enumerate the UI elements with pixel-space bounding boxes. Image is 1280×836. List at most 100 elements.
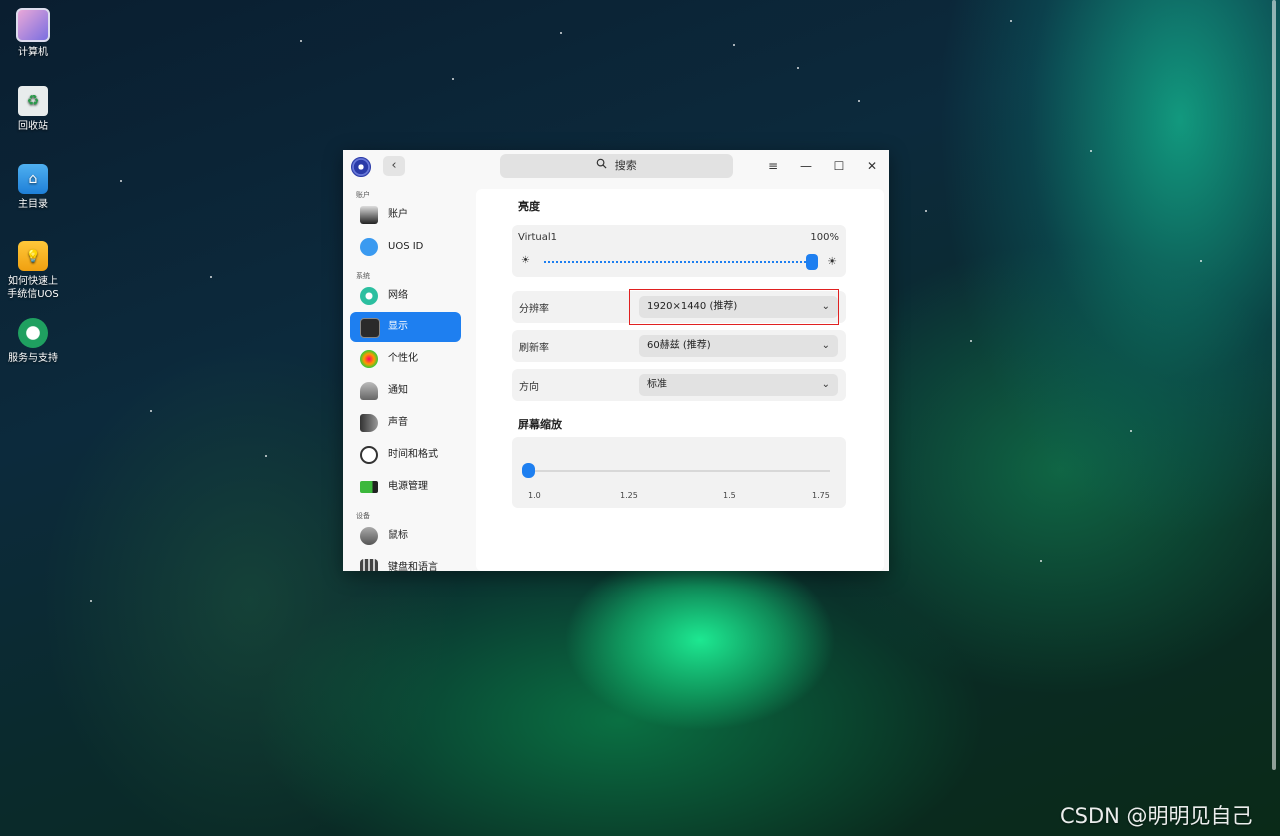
- desktop-icon-label: 服务与支持: [8, 353, 58, 364]
- resolution-label: 分辨率: [519, 304, 549, 315]
- scale-slider-handle[interactable]: [522, 463, 535, 478]
- desktop-icon-label: 手统信UOS: [7, 289, 59, 300]
- sidebar-item-personalization[interactable]: 个性化: [350, 344, 461, 374]
- sidebar-item-label: 账户: [388, 209, 408, 220]
- monitor-name: Virtual1: [518, 232, 558, 243]
- home-folder-icon: ⌂: [18, 164, 48, 194]
- network-icon: [360, 287, 378, 305]
- mouse-icon: [360, 527, 378, 545]
- control-center-logo-icon: [351, 157, 371, 177]
- desktop-icon-uos-guide[interactable]: 💡 如何快速上 手统信UOS: [4, 241, 62, 301]
- menu-button[interactable]: ≡: [764, 157, 782, 175]
- desktop-icon-computer[interactable]: 计算机: [4, 8, 62, 59]
- sidebar-item-label: UOS ID: [388, 241, 424, 252]
- battery-icon: [360, 481, 378, 493]
- orientation-select[interactable]: 标准 ⌄: [639, 374, 838, 396]
- minimize-button[interactable]: —: [797, 157, 815, 175]
- refresh-select[interactable]: 60赫兹 (推荐) ⌄: [639, 335, 838, 357]
- computer-icon: [16, 8, 50, 42]
- brightness-low-icon: ☀: [521, 255, 530, 266]
- brightness-percent: 100%: [810, 232, 839, 243]
- brightness-high-icon: ☀: [827, 255, 837, 268]
- trash-icon: ♻: [18, 86, 48, 116]
- scale-panel: 1.0 1.25 1.5 1.75: [512, 437, 846, 508]
- chevron-down-icon: ⌄: [821, 340, 830, 351]
- sidebar: 账户 账户 UOS ID 系统 网络 显示 个性化 通知 声音 时间和格式 电源…: [343, 184, 469, 571]
- scale-slider-track[interactable]: [528, 470, 830, 472]
- account-icon: [360, 206, 378, 224]
- support-icon: [18, 318, 48, 348]
- close-button[interactable]: ✕: [863, 157, 881, 175]
- brightness-panel: Virtual1 100% ☀ ☀: [512, 225, 846, 277]
- titlebar: ‹ 搜索 ≡ — ☐ ✕: [343, 150, 889, 184]
- sidebar-item-label: 时间和格式: [388, 449, 438, 460]
- star: [925, 210, 927, 212]
- search-placeholder: 搜索: [614, 159, 637, 172]
- brightness-title: 亮度: [518, 200, 540, 213]
- scale-tick-label: 1.0: [528, 491, 541, 500]
- scale-tick-label: 1.75: [812, 491, 830, 500]
- refresh-value: 60赫兹 (推荐): [647, 340, 711, 351]
- sidebar-item-uos-id[interactable]: UOS ID: [350, 232, 461, 262]
- star: [150, 410, 152, 412]
- control-center-window: ‹ 搜索 ≡ — ☐ ✕ 账户 账户 UOS ID 系统 网络 显示 个性化 通…: [343, 150, 889, 571]
- uos-guide-icon: 💡: [18, 241, 48, 271]
- sidebar-item-display[interactable]: 显示: [350, 312, 461, 342]
- desktop-scrollbar: [1272, 0, 1276, 770]
- sidebar-item-notification[interactable]: 通知: [350, 376, 461, 406]
- cloud-icon: [360, 238, 378, 256]
- desktop-icon-home[interactable]: ⌂ 主目录: [4, 164, 62, 211]
- star: [733, 44, 735, 46]
- star: [120, 180, 122, 182]
- desktop-icon-support[interactable]: 服务与支持: [4, 318, 62, 365]
- sidebar-item-power[interactable]: 电源管理: [350, 472, 461, 502]
- personalization-icon: [360, 350, 378, 368]
- sidebar-item-keyboard[interactable]: 键盘和语言: [350, 553, 461, 571]
- sidebar-item-sound[interactable]: 声音: [350, 408, 461, 438]
- display-icon: [360, 318, 380, 338]
- scale-tick-label: 1.25: [620, 491, 638, 500]
- star: [265, 455, 267, 457]
- back-button[interactable]: ‹: [383, 156, 405, 176]
- desktop-icon-label: 主目录: [18, 199, 48, 210]
- desktop-icon-label: 回收站: [18, 121, 48, 132]
- star: [1130, 430, 1132, 432]
- star: [1040, 560, 1042, 562]
- sidebar-item-label: 声音: [388, 417, 408, 428]
- bell-icon: [360, 382, 378, 400]
- clock-icon: [360, 446, 378, 464]
- scale-tick-label: 1.5: [723, 491, 736, 500]
- sidebar-item-account[interactable]: 账户: [350, 200, 461, 230]
- star: [858, 100, 860, 102]
- desktop-icon-trash[interactable]: ♻ 回收站: [4, 86, 62, 133]
- star: [970, 340, 972, 342]
- sidebar-item-label: 网络: [388, 290, 408, 301]
- speaker-icon: [360, 414, 378, 432]
- display-settings-panel: 亮度 Virtual1 100% ☀ ☀ 分辨率 1920×1440 (推荐) …: [476, 189, 884, 571]
- watermark: CSDN @明明见自己: [1060, 804, 1253, 828]
- sidebar-item-label: 通知: [388, 385, 408, 396]
- refresh-row: 刷新率 60赫兹 (推荐) ⌄: [512, 330, 846, 362]
- sidebar-item-network[interactable]: 网络: [350, 281, 461, 311]
- keyboard-icon: [360, 559, 378, 571]
- sidebar-group-account: 账户: [356, 191, 370, 199]
- desktop-icon-label: 计算机: [18, 47, 48, 58]
- star: [1200, 260, 1202, 262]
- sidebar-item-label: 电源管理: [388, 481, 428, 492]
- sidebar-item-label: 显示: [388, 321, 408, 332]
- resolution-highlight-box: [629, 289, 839, 325]
- search-input[interactable]: 搜索: [500, 154, 733, 178]
- star: [1010, 20, 1012, 22]
- maximize-button[interactable]: ☐: [830, 157, 848, 175]
- sidebar-group-system: 系统: [356, 272, 370, 280]
- orientation-label: 方向: [519, 382, 539, 393]
- sidebar-item-mouse[interactable]: 鼠标: [350, 521, 461, 551]
- scale-title: 屏幕缩放: [518, 418, 562, 431]
- star: [452, 78, 454, 80]
- sidebar-item-datetime[interactable]: 时间和格式: [350, 440, 461, 470]
- star: [1090, 150, 1092, 152]
- brightness-slider-handle[interactable]: [806, 254, 818, 270]
- sidebar-item-label: 鼠标: [388, 530, 408, 541]
- chevron-down-icon: ⌄: [821, 379, 830, 390]
- brightness-slider-track[interactable]: [544, 261, 814, 265]
